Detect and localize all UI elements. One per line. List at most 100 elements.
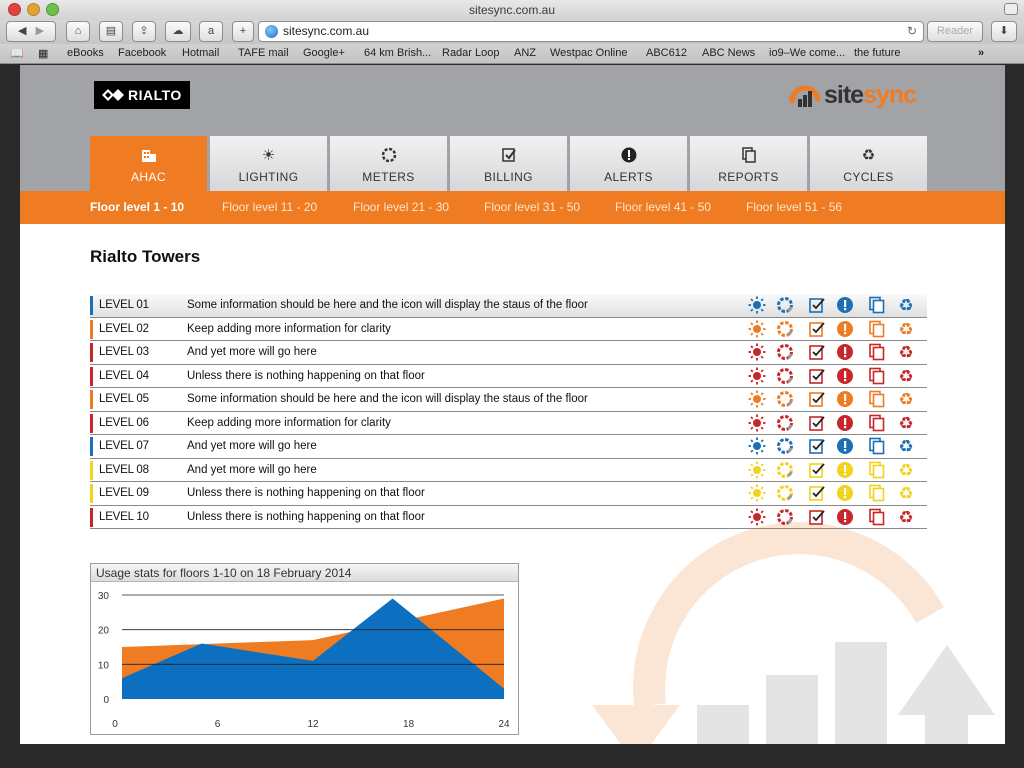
print-button[interactable]: ▤: [99, 21, 123, 42]
reading-list-icon[interactable]: 📖: [10, 47, 24, 60]
bookmark-link[interactable]: io9–We come...: [769, 47, 845, 59]
tab-alerts[interactable]: ALERTS: [570, 136, 687, 191]
recycle-icon[interactable]: ♻: [897, 296, 917, 316]
alert-icon[interactable]: [836, 414, 856, 434]
recycle-icon[interactable]: ♻: [897, 390, 917, 410]
fullscreen-icon[interactable]: [1004, 3, 1018, 15]
documents-icon[interactable]: [868, 343, 888, 363]
sun-icon[interactable]: [748, 414, 768, 434]
bookmark-link[interactable]: 64 km Brish...: [364, 47, 431, 59]
dial-icon[interactable]: [776, 367, 796, 387]
new-tab-button[interactable]: +: [232, 21, 254, 42]
documents-icon[interactable]: [868, 508, 888, 528]
level-row[interactable]: LEVEL 07 And yet more will go here ♻: [90, 435, 927, 459]
bookmark-link[interactable]: ABC News: [702, 47, 755, 59]
sitesync-logo[interactable]: sitesync: [788, 79, 928, 113]
alert-icon[interactable]: [836, 461, 856, 481]
alert-icon[interactable]: [836, 296, 856, 316]
bookmark-link[interactable]: Facebook: [118, 47, 166, 59]
recycle-icon[interactable]: ♻: [897, 414, 917, 434]
bookmark-link[interactable]: the future: [854, 47, 900, 59]
bookmark-link[interactable]: Hotmail: [182, 47, 219, 59]
documents-icon[interactable]: [868, 320, 888, 340]
checkbox-icon[interactable]: [808, 508, 828, 528]
documents-icon[interactable]: [868, 484, 888, 504]
documents-icon[interactable]: [868, 367, 888, 387]
checkbox-icon[interactable]: [808, 367, 828, 387]
reload-icon[interactable]: ↻: [907, 22, 917, 41]
checkbox-icon[interactable]: [808, 461, 828, 481]
level-row[interactable]: LEVEL 01 Some information should be here …: [90, 294, 927, 318]
tab-lighting[interactable]: ☀ LIGHTING: [210, 136, 327, 191]
bookmark-link[interactable]: ABC612: [646, 47, 687, 59]
dial-icon[interactable]: [776, 508, 796, 528]
dial-icon[interactable]: [776, 343, 796, 363]
checkbox-icon[interactable]: [808, 484, 828, 504]
dial-icon[interactable]: [776, 296, 796, 316]
tab-reports[interactable]: REPORTS: [690, 136, 807, 191]
dial-icon[interactable]: [776, 461, 796, 481]
rialto-logo[interactable]: RIALTO: [94, 81, 190, 109]
back-forward-buttons[interactable]: ◀ ▶: [6, 21, 56, 42]
recycle-icon[interactable]: ♻: [897, 484, 917, 504]
alert-icon[interactable]: [836, 343, 856, 363]
bookmark-link[interactable]: Westpac Online: [550, 47, 627, 59]
close-window-button[interactable]: [8, 3, 21, 16]
bookmark-link[interactable]: ANZ: [514, 47, 536, 59]
documents-icon[interactable]: [868, 390, 888, 410]
bookmark-link[interactable]: Google+: [303, 47, 345, 59]
checkbox-icon[interactable]: [808, 320, 828, 340]
sun-icon[interactable]: [748, 508, 768, 528]
documents-icon[interactable]: [868, 296, 888, 316]
sun-icon[interactable]: [748, 437, 768, 457]
tab-ahac[interactable]: AHAC: [90, 136, 207, 191]
alert-icon[interactable]: [836, 437, 856, 457]
documents-icon[interactable]: [868, 414, 888, 434]
bookmark-link[interactable]: eBooks: [67, 47, 104, 59]
level-row[interactable]: LEVEL 02 Keep adding more information for…: [90, 318, 927, 341]
dial-icon[interactable]: [776, 390, 796, 410]
zoom-window-button[interactable]: [46, 3, 59, 16]
floor-range-link[interactable]: Floor level 11 - 20: [222, 200, 317, 214]
downloads-button[interactable]: ⬇: [991, 21, 1017, 42]
forward-icon[interactable]: ▶: [36, 25, 44, 37]
floor-range-link[interactable]: Floor level 51 - 56: [746, 200, 842, 214]
floor-range-link[interactable]: Floor level 1 - 10: [90, 200, 184, 214]
sun-icon[interactable]: [748, 390, 768, 410]
dial-icon[interactable]: [776, 320, 796, 340]
floor-range-link[interactable]: Floor level 21 - 30: [353, 200, 449, 214]
address-bar[interactable]: sitesync.com.au ↻: [258, 21, 924, 42]
floor-range-link[interactable]: Floor level 31 - 50: [484, 200, 580, 214]
level-row[interactable]: LEVEL 10 Unless there is nothing happenin…: [90, 506, 927, 529]
home-button[interactable]: ⌂: [66, 21, 90, 42]
sun-icon[interactable]: [748, 343, 768, 363]
recycle-icon[interactable]: ♻: [897, 343, 917, 363]
sun-icon[interactable]: [748, 367, 768, 387]
bookmark-link[interactable]: TAFE mail: [238, 47, 289, 59]
checkbox-icon[interactable]: [808, 296, 828, 316]
level-row[interactable]: LEVEL 08 And yet more will go here ♻: [90, 459, 927, 482]
dial-icon[interactable]: [776, 484, 796, 504]
recycle-icon[interactable]: ♻: [897, 437, 917, 457]
minimize-window-button[interactable]: [27, 3, 40, 16]
reader-button[interactable]: Reader: [927, 21, 983, 42]
more-bookmarks-button[interactable]: »: [978, 47, 984, 59]
level-row[interactable]: LEVEL 04 Unless there is nothing happenin…: [90, 365, 927, 388]
documents-icon[interactable]: [868, 437, 888, 457]
level-row[interactable]: LEVEL 05 Some information should be here …: [90, 388, 927, 412]
tab-cycles[interactable]: ♻ CYCLES: [810, 136, 927, 191]
checkbox-icon[interactable]: [808, 390, 828, 410]
level-row[interactable]: LEVEL 03 And yet more will go here ♻: [90, 341, 927, 365]
level-row[interactable]: LEVEL 06 Keep adding more information for…: [90, 412, 927, 435]
sun-icon[interactable]: [748, 296, 768, 316]
tab-billing[interactable]: BILLING: [450, 136, 567, 191]
recycle-icon[interactable]: ♻: [897, 320, 917, 340]
recycle-icon[interactable]: ♻: [897, 461, 917, 481]
checkbox-icon[interactable]: [808, 437, 828, 457]
share-button[interactable]: ⇪: [132, 21, 156, 42]
top-sites-icon[interactable]: ▦: [38, 47, 48, 60]
amazon-button[interactable]: a: [199, 21, 223, 42]
sun-icon[interactable]: [748, 484, 768, 504]
floor-range-link[interactable]: Floor level 41 - 50: [615, 200, 711, 214]
checkbox-icon[interactable]: [808, 343, 828, 363]
